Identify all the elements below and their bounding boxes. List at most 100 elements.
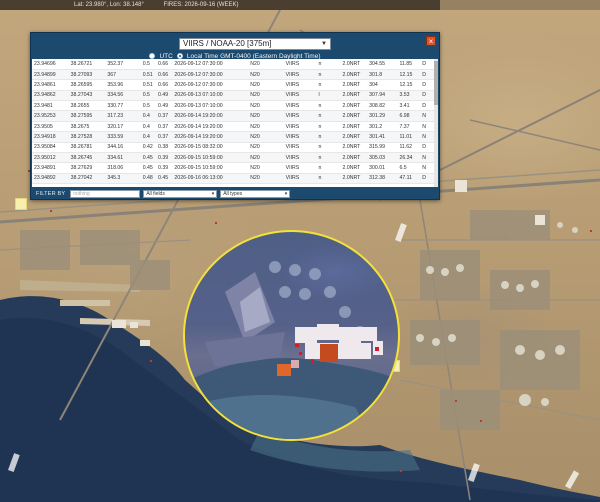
- close-button[interactable]: ×: [426, 36, 436, 46]
- table-cell: 3.41: [397, 100, 421, 112]
- table-cell: 312.38: [367, 173, 398, 185]
- table-row[interactable]: 23.9505 38.2675 320.17 0.4 0.37 2026-09-14 19…: [32, 121, 438, 133]
- table-cell: N20: [248, 131, 284, 143]
- table-cell: 23.94861: [32, 79, 69, 91]
- table-cell: 38.26721: [68, 59, 106, 70]
- table-cell: VIIRS: [283, 90, 317, 102]
- table-cell: 38.26595: [68, 79, 106, 91]
- table-cell: 2.0NRT: [340, 59, 368, 70]
- table-row[interactable]: 23.9481 38.2655 330.77 0.5 0.49 2026-09-13 07…: [32, 100, 438, 112]
- table-cell: 0.4: [140, 110, 156, 122]
- table-cell: N20: [248, 90, 284, 102]
- table-cell: VIIRS: [283, 162, 317, 174]
- table-cell: 12.15: [397, 79, 421, 91]
- table-cell: n: [316, 173, 341, 185]
- table-cell: VIIRS: [283, 142, 317, 154]
- table-cell: 0.45: [156, 173, 173, 185]
- table-cell: VIIRS: [283, 121, 317, 133]
- table-cell: 2026-09-13 07:10:00: [172, 100, 249, 112]
- table-row[interactable]: 23.94696 38.26721 352.37 0.5 0.66 2026-09-12 …: [32, 59, 438, 70]
- table-cell: 318.06: [105, 162, 141, 174]
- filter-input[interactable]: nothing: [70, 190, 141, 198]
- table-cell: 320.17: [105, 121, 141, 133]
- table-row[interactable]: 23.94861 38.26595 353.96 0.51 0.66 2026-09-12…: [32, 79, 438, 91]
- table-row[interactable]: 23.95084 38.26781 344.16 0.42 0.38 2026-09-15…: [32, 142, 438, 154]
- table-cell: 2.0NRT: [340, 79, 368, 91]
- table-row[interactable]: 23.94892 38.27042 345.3 0.48 0.45 2026-09-16 …: [32, 173, 438, 185]
- table-cell: 23.95012: [32, 152, 69, 164]
- table-cell: 2026-09-14 19:20:00: [172, 110, 249, 122]
- table-cell: 352.37: [105, 59, 141, 70]
- table-cell: n: [316, 121, 341, 133]
- table-cell: 2.0NRT: [340, 152, 368, 164]
- table-row[interactable]: 23.94862 38.27043 334.56 0.5 0.49 2026-09-13 …: [32, 90, 438, 102]
- table-cell: 0.42: [140, 142, 156, 154]
- filter-bar: FILTER BY nothing All fields ▾ All types…: [32, 189, 438, 199]
- chevron-down-icon: ▼: [321, 41, 327, 47]
- table-cell: N20: [248, 79, 284, 91]
- table-cell: 23.94891: [32, 162, 69, 174]
- table-cell: 0.45: [140, 162, 156, 174]
- table-cell: 38.2675: [68, 121, 106, 133]
- table-row[interactable]: 23.94918 38.27528 333.59 0.4 0.37 2026-09-14 …: [32, 131, 438, 143]
- fire-detections-table[interactable]: 23.94696 38.26721 352.37 0.5 0.66 2026-09-12 …: [32, 59, 438, 187]
- table-cell: n: [316, 79, 341, 91]
- table-row[interactable]: 23.94899 38.27093 367 0.51 0.66 2026-09-12 07…: [32, 69, 438, 81]
- table-cell: 0.49: [156, 100, 173, 112]
- sensor-select[interactable]: VIIRS / NOAA-20 [375m] ▼: [179, 38, 331, 50]
- table-cell: 0.39: [156, 152, 173, 164]
- chevron-down-icon: ▾: [284, 190, 288, 197]
- table-cell: VIIRS: [283, 79, 317, 91]
- table-cell: 0.51: [140, 79, 156, 91]
- cursor-coordinates: Lat: 23.980°, Lon: 38.148°: [74, 2, 144, 8]
- table-cell: 38.27528: [68, 131, 106, 143]
- filter-type-value: All types: [223, 190, 243, 197]
- map-pin[interactable]: [15, 198, 27, 210]
- table-cell: n: [316, 152, 341, 164]
- scrollbar-thumb[interactable]: [434, 61, 438, 105]
- table-cell: 2.0NRT: [340, 100, 368, 112]
- table-cell: 2.0NRT: [340, 110, 368, 122]
- table-cell: 2026-09-12 07:30:00: [172, 69, 249, 81]
- lens-imagery: [185, 261, 398, 439]
- table-row[interactable]: 23.94891 38.27629 318.06 0.45 0.39 2026-09-15…: [32, 162, 438, 174]
- table-cell: 0.66: [156, 69, 173, 81]
- table-cell: 353.96: [105, 79, 141, 91]
- table-cell: 305.03: [367, 152, 398, 164]
- table-row[interactable]: 23.95012 38.26745 334.61 0.45 0.39 2026-09-15…: [32, 152, 438, 164]
- magnifier-lens[interactable]: [183, 230, 400, 441]
- table-cell: 2.0NRT: [340, 69, 368, 81]
- table-cell: N20: [248, 59, 284, 70]
- table-cell: 2.0NRT: [340, 162, 368, 174]
- table-cell: 12.15: [397, 69, 421, 81]
- filter-type-select[interactable]: All types ▾: [220, 190, 291, 198]
- table-cell: 367: [105, 69, 141, 81]
- table-cell: 38.27629: [68, 162, 106, 174]
- table-cell: 0.66: [156, 79, 173, 91]
- table-cell: 0.51: [140, 69, 156, 81]
- table-cell: 0.37: [156, 110, 173, 122]
- table-cell: 0.39: [156, 162, 173, 174]
- table-cell: 6.5: [397, 162, 421, 174]
- table-cell: 2026-09-15 10:59:00: [172, 162, 249, 174]
- table-cell: VIIRS: [283, 59, 317, 70]
- sensor-select-value: VIIRS / NOAA-20 [375m]: [183, 39, 272, 48]
- table-cell: 307.94: [367, 90, 398, 102]
- table-cell: n: [316, 59, 341, 70]
- table-cell: 3.53: [397, 90, 421, 102]
- table-cell: 0.66: [156, 59, 173, 70]
- table-scrollbar[interactable]: [434, 59, 438, 187]
- table-cell: 2026-09-14 19:20:00: [172, 131, 249, 143]
- filter-field-select[interactable]: All fields ▾: [143, 190, 218, 198]
- table-cell: 2026-09-12 07:30:00: [172, 59, 249, 70]
- table-cell: 0.37: [156, 121, 173, 133]
- status-bar: Lat: 23.980°, Lon: 38.148° FIRES: 2026-0…: [0, 0, 440, 10]
- filter-field-value: All fields: [146, 190, 165, 197]
- table-cell: N20: [248, 69, 284, 81]
- table-cell: N20: [248, 173, 284, 185]
- table-row[interactable]: 23.95253 38.27595 317.23 0.4 0.37 2026-09-14 …: [32, 110, 438, 122]
- table-cell: n: [316, 110, 341, 122]
- table-cell: 317.23: [105, 110, 141, 122]
- table-cell: VIIRS: [283, 152, 317, 164]
- table-cell: 38.26745: [68, 152, 106, 164]
